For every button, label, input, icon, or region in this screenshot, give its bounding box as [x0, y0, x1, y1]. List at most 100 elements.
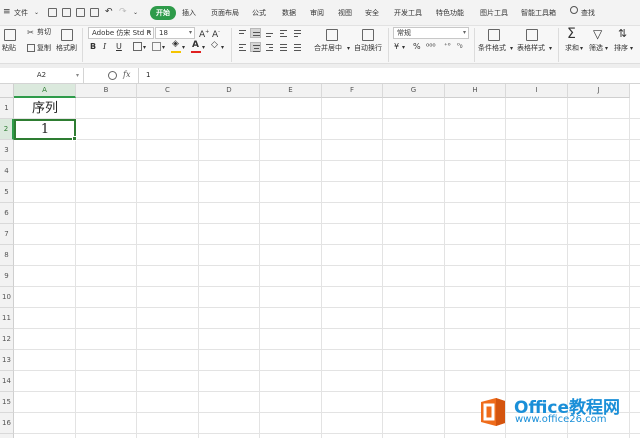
hamburger-icon[interactable]: ≡: [3, 6, 11, 18]
export-pdf-icon[interactable]: [90, 8, 99, 17]
borders-icon[interactable]: [133, 42, 142, 51]
tab-picture-tools[interactable]: 图片工具: [480, 7, 508, 19]
name-box[interactable]: A2 ▾: [0, 68, 84, 84]
increase-decimal-icon[interactable]: ⁺⁰: [444, 42, 451, 51]
column-header-g[interactable]: G: [383, 84, 445, 98]
paste-button[interactable]: 粘贴: [2, 44, 16, 53]
column-header-b[interactable]: B: [76, 84, 137, 98]
row-header-16[interactable]: 16: [0, 413, 14, 434]
zoom-icon[interactable]: [108, 71, 117, 80]
currency-icon[interactable]: ¥: [394, 42, 399, 51]
cell-a1[interactable]: 序列: [14, 98, 76, 119]
tab-developer[interactable]: 开发工具: [394, 7, 422, 19]
percent-icon[interactable]: %: [413, 42, 421, 51]
cut-button[interactable]: 剪切: [37, 28, 51, 37]
distributed-align-icon[interactable]: [292, 42, 303, 52]
column-header-j[interactable]: J: [568, 84, 630, 98]
font-color-icon[interactable]: A: [192, 41, 199, 50]
align-center-icon[interactable]: [250, 42, 261, 52]
underline-icon[interactable]: U: [116, 42, 122, 51]
column-header-c[interactable]: C: [137, 84, 199, 98]
row-header-17[interactable]: 17: [0, 434, 14, 438]
italic-icon[interactable]: I: [103, 42, 106, 51]
sum-icon[interactable]: Σ: [567, 26, 576, 42]
row-header-13[interactable]: 13: [0, 350, 14, 371]
chevron-down-icon[interactable]: ▾: [221, 43, 224, 52]
row-header-6[interactable]: 6: [0, 203, 14, 224]
tab-review[interactable]: 审阅: [310, 7, 324, 19]
copy-button[interactable]: 复制: [37, 44, 51, 53]
redo-icon[interactable]: ↷: [119, 6, 127, 18]
quick-access-chevron-icon[interactable]: ⌄: [133, 7, 138, 19]
font-name-select[interactable]: Adobe 仿宋 Std R ▾: [88, 27, 154, 39]
row-header-12[interactable]: 12: [0, 329, 14, 350]
row-header-1[interactable]: 1: [0, 98, 14, 119]
row-header-7[interactable]: 7: [0, 224, 14, 245]
row-header-8[interactable]: 8: [0, 245, 14, 266]
chevron-down-icon[interactable]: ▾: [549, 44, 552, 53]
row-header-5[interactable]: 5: [0, 182, 14, 203]
file-menu-chevron-icon[interactable]: ⌄: [34, 7, 39, 19]
row-header-9[interactable]: 9: [0, 266, 14, 287]
row-header-4[interactable]: 4: [0, 161, 14, 182]
print-icon[interactable]: [62, 8, 71, 17]
conditional-format-icon[interactable]: [488, 29, 500, 41]
align-middle-icon[interactable]: [250, 28, 261, 38]
justify-icon[interactable]: [278, 42, 289, 52]
chevron-down-icon[interactable]: ▾: [143, 43, 146, 52]
tab-home[interactable]: 开始: [150, 6, 176, 20]
print-preview-icon[interactable]: [76, 8, 85, 17]
search-label[interactable]: 查找: [581, 7, 595, 19]
align-left-icon[interactable]: [237, 42, 248, 52]
row-header-10[interactable]: 10: [0, 287, 14, 308]
wrap-text-icon[interactable]: [362, 29, 374, 41]
table-style-icon[interactable]: [526, 29, 538, 41]
decrease-font-icon[interactable]: A-: [212, 28, 220, 40]
merge-center-icon[interactable]: [326, 29, 338, 41]
tab-smart-toolbox[interactable]: 智能工具箱: [521, 7, 556, 19]
chevron-down-icon[interactable]: ▾: [182, 43, 185, 52]
indent-increase-icon[interactable]: [292, 28, 303, 38]
row-header-11[interactable]: 11: [0, 308, 14, 329]
bold-icon[interactable]: B: [90, 42, 96, 51]
cell-style-icon[interactable]: [152, 42, 161, 51]
chevron-down-icon[interactable]: ▾: [202, 43, 205, 52]
column-header-f[interactable]: F: [322, 84, 383, 98]
chevron-down-icon[interactable]: ▾: [580, 44, 583, 53]
conditional-format-button[interactable]: 条件格式: [478, 44, 506, 53]
fill-color-icon[interactable]: ◈: [172, 40, 179, 49]
filter-button[interactable]: 筛选: [589, 44, 603, 53]
chevron-down-icon[interactable]: ▾: [605, 44, 608, 53]
formula-input[interactable]: 1: [138, 68, 640, 84]
sort-button[interactable]: 排序: [614, 44, 628, 53]
sort-icon[interactable]: ⇅: [618, 27, 627, 41]
undo-icon[interactable]: ↶: [105, 6, 113, 18]
tab-view[interactable]: 视图: [338, 7, 352, 19]
wrap-text-button[interactable]: 自动换行: [354, 44, 382, 53]
column-header-d[interactable]: D: [199, 84, 260, 98]
row-header-3[interactable]: 3: [0, 140, 14, 161]
select-all-corner[interactable]: [0, 84, 14, 98]
file-menu[interactable]: 文件: [14, 7, 28, 19]
tab-formulas[interactable]: 公式: [252, 7, 266, 19]
chevron-down-icon[interactable]: ▾: [347, 44, 350, 53]
save-icon[interactable]: [48, 8, 57, 17]
tab-data[interactable]: 数据: [282, 7, 296, 19]
chevron-down-icon[interactable]: ▾: [510, 44, 513, 53]
spreadsheet-grid[interactable]: ABCDEFGHIJ 1234567891011121314151617 序列 …: [0, 84, 640, 438]
fill-handle[interactable]: [72, 136, 77, 141]
format-painter-icon[interactable]: [61, 29, 73, 41]
tab-special-features[interactable]: 特色功能: [436, 7, 464, 19]
number-format-select[interactable]: 常规 ▾: [393, 27, 469, 39]
chevron-down-icon[interactable]: ▾: [630, 44, 633, 53]
column-header-a[interactable]: A: [14, 84, 76, 98]
align-right-icon[interactable]: [264, 42, 275, 52]
align-top-icon[interactable]: [237, 28, 248, 38]
column-header-h[interactable]: H: [445, 84, 506, 98]
sum-button[interactable]: 求和: [565, 44, 579, 53]
row-header-15[interactable]: 15: [0, 392, 14, 413]
row-header-2[interactable]: 2: [0, 119, 14, 140]
align-bottom-icon[interactable]: [264, 28, 275, 38]
row-header-14[interactable]: 14: [0, 371, 14, 392]
column-header-i[interactable]: I: [506, 84, 568, 98]
